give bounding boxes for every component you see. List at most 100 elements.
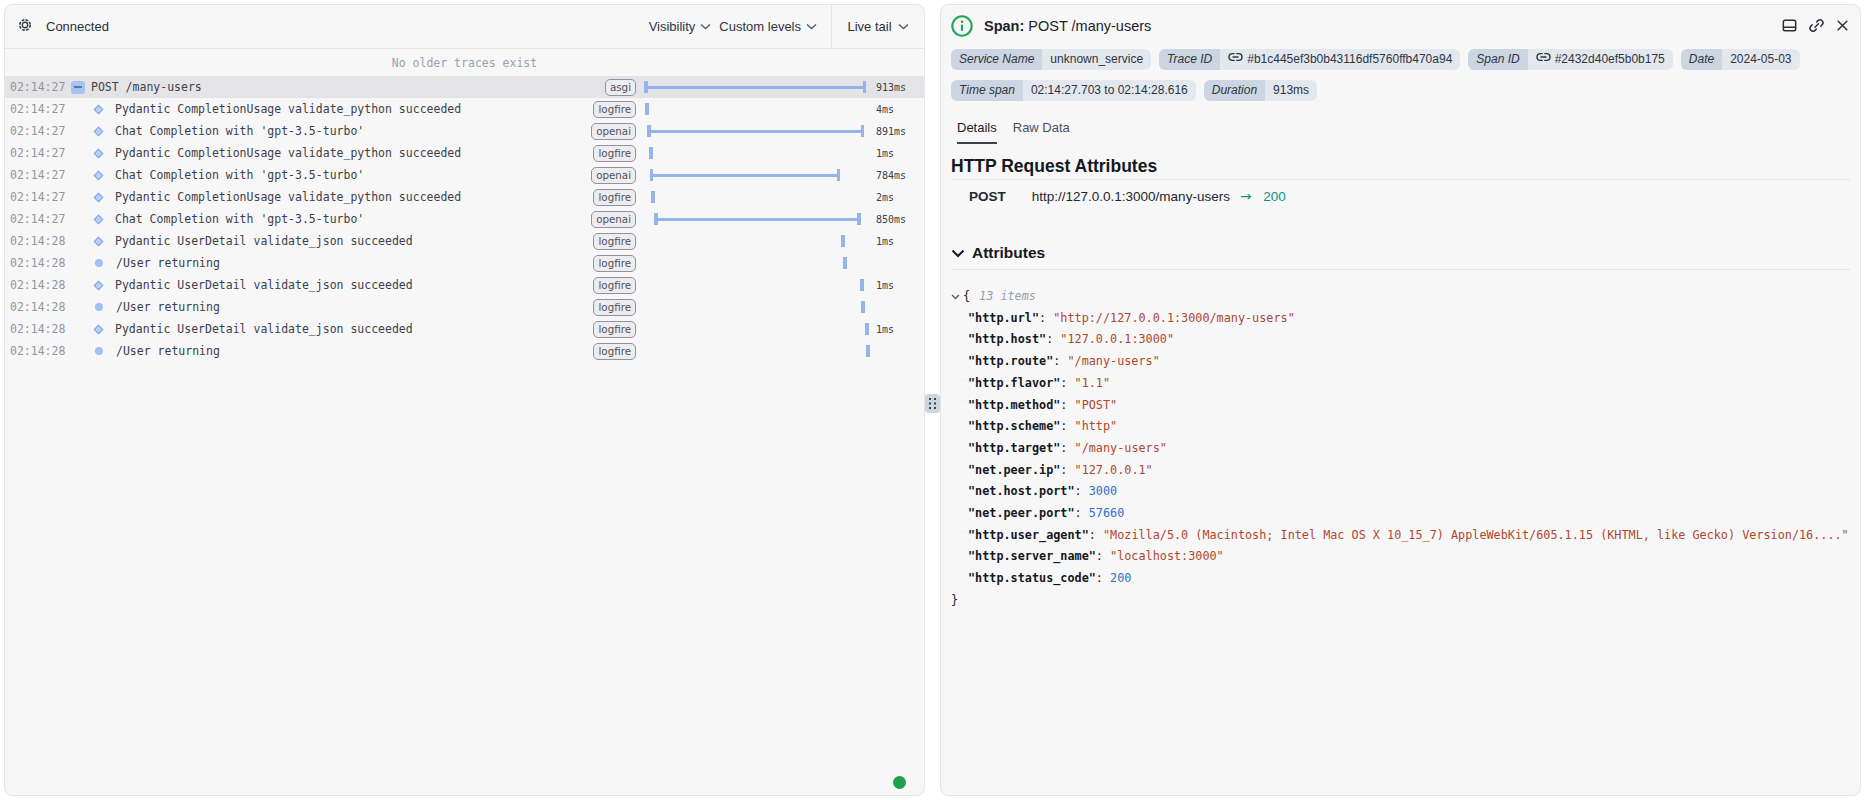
- row-duration: 1ms: [876, 324, 894, 335]
- row-timeline: [644, 98, 872, 120]
- live-tail-dropdown[interactable]: Live tail: [831, 5, 924, 49]
- close-icon[interactable]: [1836, 19, 1849, 32]
- row-timestamp: 02:14:27: [10, 102, 65, 116]
- detail-tabs: Details Raw Data: [941, 120, 1860, 144]
- row-label: POST /many-users: [91, 80, 202, 94]
- scope-badge: logfire: [593, 299, 636, 316]
- row-timeline: [644, 230, 872, 252]
- span-meta-row-2: Time span 02:14:27.703 to 02:14:28.616 D…: [941, 80, 1860, 101]
- arrow-right-icon: →: [1240, 188, 1251, 204]
- row-label: Pydantic UserDetail validate_json succee…: [115, 234, 413, 248]
- scope-badge: openai: [591, 167, 636, 184]
- span-bar: [647, 130, 864, 134]
- tab-raw-data[interactable]: Raw Data: [1013, 120, 1070, 144]
- scope-badge: logfire: [593, 343, 636, 360]
- log-circle-icon: [95, 303, 103, 311]
- live-indicator-dot: [893, 776, 906, 789]
- row-label: Chat Completion with 'gpt-3.5-turbo': [115, 212, 364, 226]
- attribute-entry: "http.url": "http://127.0.0.1:3000/many-…: [968, 308, 1860, 330]
- span-bar: [841, 235, 845, 247]
- span-diamond-icon: [94, 236, 104, 246]
- trace-row[interactable]: 02:14:27Chat Completion with 'gpt-3.5-tu…: [5, 120, 924, 142]
- trace-id-badge: Trace ID #b1c445ef3b0b43116df5760ffb470a…: [1159, 49, 1460, 70]
- row-label: Pydantic CompletionUsage validate_python…: [115, 102, 461, 116]
- trace-row[interactable]: 02:14:27Pydantic CompletionUsage validat…: [5, 142, 924, 164]
- trace-row[interactable]: 02:14:27 Pydantic CompletionUsage validat…: [5, 98, 924, 120]
- attribute-entry: "net.peer.ip": "127.0.0.1": [968, 460, 1860, 482]
- trace-row[interactable]: 02:14:28/User returninglogfire: [5, 296, 924, 318]
- row-timestamp: 02:14:28: [10, 278, 65, 292]
- trace-row[interactable]: 02:14:27POST /many-usersasgi913ms: [5, 76, 924, 98]
- trace-row[interactable]: 02:14:28Pydantic UserDetail validate_jso…: [5, 318, 924, 340]
- time-span-badge: Time span 02:14:27.703 to 02:14:28.616: [951, 80, 1196, 101]
- span-bar: [843, 257, 847, 269]
- visibility-dropdown[interactable]: Visibility: [649, 19, 712, 34]
- link-chain-icon[interactable]: [1228, 49, 1243, 70]
- row-duration: 913ms: [876, 82, 906, 93]
- attribute-entry: "http.user_agent": "Mozilla/5.0 (Macinto…: [968, 525, 1860, 547]
- http-status-code: 200: [1263, 189, 1286, 204]
- scope-badge: openai: [591, 211, 636, 228]
- trace-row[interactable]: 02:14:28 Pydantic UserDetail validate_jso…: [5, 230, 924, 252]
- row-timeline: [644, 120, 872, 142]
- row-timeline: [644, 340, 872, 362]
- span-detail-header: Span: POST /many-users: [941, 5, 1860, 36]
- json-items-count: 13 items: [979, 286, 1036, 308]
- http-request-row[interactable]: POST http://127.0.0.1:3000/many-users → …: [951, 188, 1850, 204]
- connection-status: Connected: [46, 19, 109, 34]
- json-collapse-icon[interactable]: [951, 294, 960, 300]
- collapse-minus-icon[interactable]: [71, 81, 85, 94]
- row-timeline: [644, 164, 872, 186]
- row-duration: 1ms: [876, 280, 894, 291]
- row-timeline: [644, 208, 872, 230]
- no-older-traces-notice: No older traces exist: [5, 49, 924, 76]
- attribute-entry: "http.host": "127.0.0.1:3000": [968, 329, 1860, 351]
- span-bar: [860, 279, 864, 291]
- link-chain-icon[interactable]: [1536, 49, 1551, 70]
- row-timestamp: 02:14:27: [10, 168, 65, 182]
- trace-row[interactable]: 02:14:27Chat Completion with 'gpt-3.5-tu…: [5, 164, 924, 186]
- row-timeline: [644, 76, 872, 98]
- attributes-section-header[interactable]: Attributes: [951, 244, 1850, 262]
- http-method: POST: [969, 189, 1006, 204]
- attribute-entry: "http.scheme": "http": [968, 416, 1860, 438]
- trace-row[interactable]: 02:14:28Pydantic UserDetail validate_jso…: [5, 274, 924, 296]
- row-label: /User returning: [116, 256, 220, 270]
- custom-levels-dropdown[interactable]: Custom levels: [719, 19, 817, 34]
- span-diamond-icon: [94, 170, 104, 180]
- attribute-entry: "http.method": "POST": [968, 395, 1860, 417]
- chevron-down-icon: [806, 23, 817, 30]
- span-bar: [654, 218, 861, 222]
- span-diamond-icon: [94, 324, 104, 334]
- scope-badge: logfire: [593, 233, 636, 250]
- attribute-entry: "http.status_code": 200: [968, 568, 1860, 590]
- span-bar: [866, 345, 870, 357]
- trace-row[interactable]: 02:14:28/User returninglogfire: [5, 340, 924, 362]
- span-bar: [645, 103, 649, 115]
- tab-details[interactable]: Details: [957, 120, 997, 144]
- span-title: Span: POST /many-users: [984, 18, 1151, 34]
- row-timestamp: 02:14:27: [10, 212, 65, 226]
- span-diamond-icon: [94, 104, 104, 114]
- trace-row[interactable]: 02:14:28/User returninglogfire: [5, 252, 924, 274]
- row-timestamp: 02:14:28: [10, 234, 65, 248]
- app-layout: Connected Visibility Custom levels Live …: [0, 0, 1865, 800]
- span-diamond-icon: [94, 126, 104, 136]
- span-diamond-icon: [94, 148, 104, 158]
- row-label: Pydantic CompletionUsage validate_python…: [115, 190, 461, 204]
- row-label: /User returning: [116, 344, 220, 358]
- row-duration: 850ms: [876, 214, 906, 225]
- dock-panel-icon[interactable]: [1782, 18, 1797, 33]
- chevron-down-icon: [700, 23, 711, 30]
- copy-link-icon[interactable]: [1808, 17, 1825, 34]
- row-duration: 1ms: [876, 236, 894, 247]
- row-timeline: [644, 296, 872, 318]
- trace-row[interactable]: 02:14:27Pydantic CompletionUsage validat…: [5, 186, 924, 208]
- http-request-attributes-title: HTTP Request Attributes: [951, 156, 1850, 177]
- panel-resize-handle[interactable]: [925, 394, 940, 413]
- row-label: Pydantic CompletionUsage validate_python…: [115, 146, 461, 160]
- trace-row[interactable]: 02:14:27 Chat Completion with 'gpt-3.5-tu…: [5, 208, 924, 230]
- settings-gear-icon[interactable]: [17, 17, 33, 36]
- log-circle-icon: [95, 347, 103, 355]
- span-diamond-icon: [94, 214, 104, 224]
